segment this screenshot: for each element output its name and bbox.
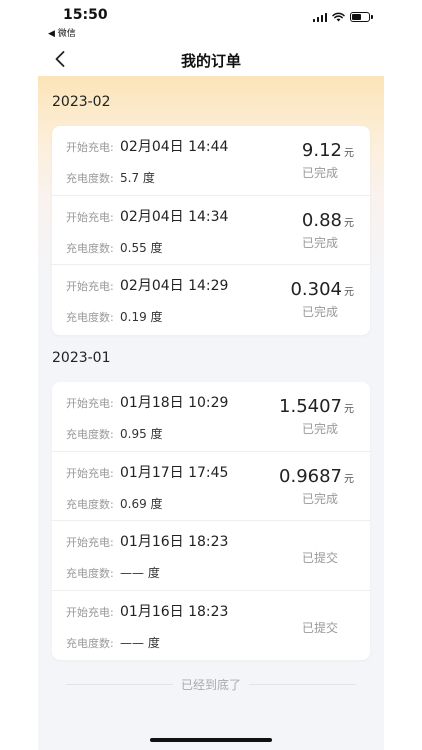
order-amount: 0.88 元 (301, 209, 354, 231)
start-time: 02月04日 14:44 (120, 139, 229, 155)
kwh-label: 充电度数: (66, 311, 114, 324)
divider (66, 684, 173, 685)
order-amount: 0.9687 元 (279, 465, 354, 487)
kwh-value: 0.19 度 (120, 310, 163, 324)
order-row[interactable]: 开始充电: 01月16日 18:23 充电度数: —— 度 已提交 (52, 591, 370, 661)
list-end-indicator: 已经到底了 (66, 676, 357, 693)
order-row[interactable]: 开始充电: 02月04日 14:44 充电度数: 5.7 度 9.12 元 已完成 (52, 126, 370, 196)
start-label: 开始充电: (66, 280, 114, 293)
start-time: 02月04日 14:34 (120, 208, 229, 225)
start-time: 01月16日 18:23 (120, 534, 229, 550)
kwh-value: 0.69 度 (120, 496, 163, 511)
order-row[interactable]: 开始充电: 02月04日 14:29 充电度数: 0.19 度 0.304 元 已… (52, 265, 370, 335)
start-label: 开始充电: (66, 466, 114, 480)
kwh-value: 0.95 度 (120, 427, 163, 441)
app-screen: 15:50 ◀ 微信 我的订单 2023-02 开始充电: 02月04日 14:… (38, 0, 384, 750)
order-card: 开始充电: 02月04日 14:44 充电度数: 5.7 度 9.12 元 已完成… (52, 126, 370, 335)
start-label: 开始充电: (66, 210, 114, 224)
kwh-label: 充电度数: (66, 567, 114, 580)
kwh-value: —— 度 (120, 635, 160, 650)
start-label: 开始充电: (66, 141, 114, 154)
start-time: 02月04日 14:29 (120, 278, 229, 294)
order-amount: 9.12 元 (301, 140, 354, 161)
kwh-label: 充电度数: (66, 428, 114, 441)
battery-icon (350, 12, 373, 22)
order-status: 已完成 (301, 166, 338, 180)
order-row[interactable]: 开始充电: 02月04日 14:34 充电度数: 0.55 度 0.88 元 已完… (52, 196, 370, 265)
start-label: 开始充电: (66, 536, 114, 549)
status-bar: 15:50 ◀ 微信 (38, 0, 384, 42)
kwh-label: 充电度数: (66, 636, 114, 650)
start-time: 01月16日 18:23 (120, 603, 229, 620)
home-indicator[interactable] (150, 738, 272, 742)
order-status: 已提交 (301, 551, 338, 565)
month-header: 2023-02 (52, 94, 111, 110)
order-row[interactable]: 开始充电: 01月17日 17:45 充电度数: 0.69 度 0.9687 元 … (52, 452, 370, 521)
status-time: 15:50 (63, 7, 108, 23)
kwh-label: 充电度数: (66, 497, 114, 511)
status-icons (312, 12, 373, 22)
order-card: 开始充电: 01月18日 10:29 充电度数: 0.95 度 1.5407 元 … (52, 382, 370, 660)
kwh-value: 5.7 度 (120, 171, 155, 185)
start-label: 开始充电: (66, 397, 114, 410)
kwh-label: 充电度数: (66, 172, 114, 185)
order-status: 已完成 (301, 491, 338, 506)
start-time: 01月18日 10:29 (120, 395, 229, 411)
end-of-list-text: 已经到底了 (181, 678, 242, 692)
order-status: 已提交 (301, 620, 338, 635)
month-header: 2023-01 (52, 350, 111, 366)
order-status: 已完成 (301, 422, 338, 436)
kwh-value: —— 度 (120, 566, 160, 580)
order-row[interactable]: 开始充电: 01月18日 10:29 充电度数: 0.95 度 1.5407 元 … (52, 382, 370, 452)
kwh-label: 充电度数: (66, 241, 114, 255)
wifi-icon (332, 12, 345, 22)
start-label: 开始充电: (66, 605, 114, 619)
start-time: 01月17日 17:45 (120, 464, 229, 481)
order-status: 已完成 (301, 235, 338, 250)
signal-icon (312, 12, 327, 22)
order-amount: 0.304 元 (290, 279, 354, 300)
nav-bar: 我的订单 (38, 42, 384, 76)
order-row[interactable]: 开始充电: 01月16日 18:23 充电度数: —— 度 已提交 (52, 521, 370, 591)
back-to-app-link[interactable]: ◀ 微信 (48, 26, 76, 39)
page-title: 我的订单 (180, 52, 241, 70)
order-status: 已完成 (301, 305, 338, 319)
divider (249, 684, 357, 685)
kwh-value: 0.55 度 (120, 240, 163, 255)
order-amount: 1.5407 元 (279, 396, 354, 417)
